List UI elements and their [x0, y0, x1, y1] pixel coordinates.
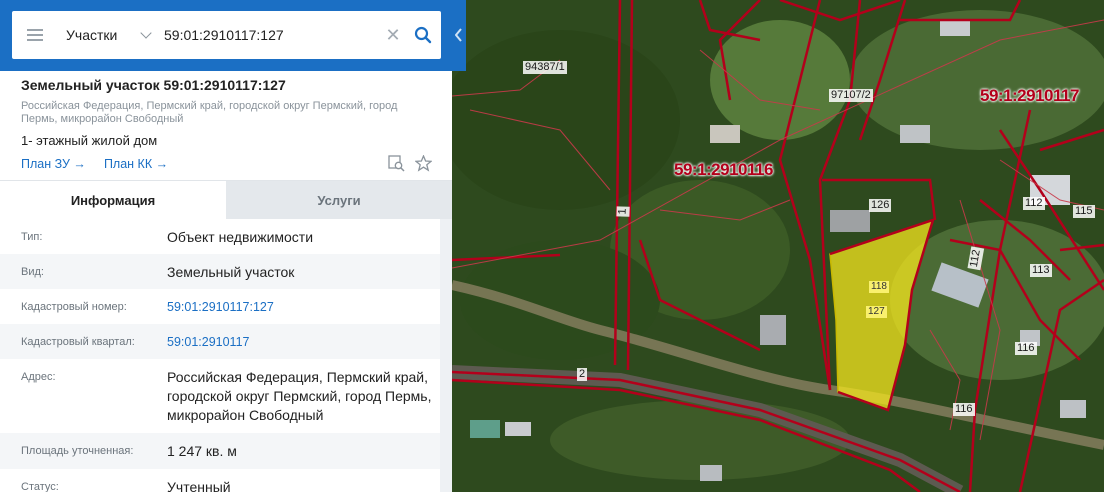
- parcel-label-94387: 94387/1: [523, 61, 567, 74]
- info-scrollbar[interactable]: [440, 219, 452, 492]
- object-type-label: Участки: [66, 27, 118, 43]
- info-row-area: Площадь уточненная: 1 247 кв. м: [0, 433, 440, 469]
- tab-services[interactable]: Услуги: [226, 181, 452, 219]
- tab-information[interactable]: Информация: [0, 181, 226, 219]
- parcel-label-126: 126: [869, 199, 892, 212]
- block-label-2910117: 59:1:2910117: [980, 86, 1079, 105]
- clear-icon[interactable]: ✕: [381, 11, 405, 59]
- parcel-label-112a: 112: [1023, 197, 1045, 210]
- object-type-select[interactable]: Участки: [58, 11, 158, 59]
- parcel-label-118: 118: [869, 281, 889, 293]
- info-row-value: Учтенный: [167, 479, 231, 492]
- parcel-label-113: 113: [1030, 264, 1052, 277]
- favorite-star-icon[interactable]: [414, 154, 433, 177]
- info-row-status: Статус: Учтенный: [0, 469, 440, 492]
- cadastral-block-link[interactable]: 59:01:2910117: [167, 324, 440, 359]
- parcel-label-127: 127: [866, 306, 887, 318]
- plan-zu-link[interactable]: План ЗУ →: [21, 157, 86, 171]
- parcel-label-116a: 116: [1015, 342, 1037, 355]
- info-row-cadastral-number: Кадастровый номер: 59:01:2910117:127: [0, 289, 440, 324]
- search-input[interactable]: [158, 11, 381, 59]
- info-row-label: Тип:: [21, 231, 43, 243]
- plan-kk-link[interactable]: План КК →: [104, 157, 168, 171]
- info-row-value: 1 247 кв. м: [167, 443, 237, 459]
- block-label-2910116: 59:1:2910116: [674, 160, 773, 179]
- info-row-address: Адрес: Российская Федерация, Пермский кр…: [0, 359, 440, 433]
- search-box: Участки ✕: [12, 11, 441, 59]
- info-row-label: Вид:: [21, 266, 44, 278]
- info-row-label: Адрес:: [21, 371, 56, 383]
- object-title: Земельный участок 59:01:2910117:127: [21, 77, 286, 93]
- hamburger-menu-icon[interactable]: [12, 11, 58, 59]
- parcel-label-2: 2: [577, 368, 588, 381]
- object-address: Российская Федерация, Пермский край, гор…: [21, 100, 398, 125]
- info-row-kind: Вид: Земельный участок: [0, 254, 440, 289]
- info-row-label: Кадастровый квартал:: [21, 336, 135, 348]
- parcel-label-97107: 97107/2: [829, 89, 873, 102]
- object-header: Земельный участок 59:01:2910117:127 Росс…: [0, 71, 452, 181]
- parcel-label-115: 115: [1073, 205, 1095, 218]
- collapse-panel-button[interactable]: [452, 11, 466, 59]
- info-row-value: Объект недвижимости: [167, 229, 314, 245]
- parcel-label-116b: 116: [953, 403, 975, 416]
- zoom-to-object-icon[interactable]: [388, 155, 405, 177]
- info-row-value: Российская Федерация, Пермский край, гор…: [167, 369, 432, 423]
- cadastral-number-link[interactable]: 59:01:2910117:127: [167, 289, 440, 324]
- chevron-left-icon: [455, 28, 462, 42]
- object-description: 1- этажный жилой дом: [21, 133, 158, 148]
- info-row-label: Кадастровый номер:: [21, 301, 127, 313]
- info-tabs: Информация Услуги: [0, 181, 452, 219]
- info-row-type: Тип: Объект недвижимости: [0, 219, 440, 254]
- search-bar: Участки ✕: [0, 0, 466, 71]
- search-icon[interactable]: [405, 11, 441, 59]
- parcel-label-1: 1: [616, 206, 630, 217]
- info-list: Тип: Объект недвижимости Вид: Земельный …: [0, 219, 440, 492]
- info-row-cadastral-block: Кадастровый квартал: 59:01:2910117: [0, 324, 440, 359]
- info-row-label: Площадь уточненная:: [21, 445, 134, 457]
- info-row-value: Земельный участок: [167, 264, 295, 280]
- info-sidebar: Участки ✕ Земельный участок 59:01:291011…: [0, 0, 466, 492]
- info-row-label: Статус:: [21, 481, 59, 492]
- chevron-down-icon: [140, 27, 152, 39]
